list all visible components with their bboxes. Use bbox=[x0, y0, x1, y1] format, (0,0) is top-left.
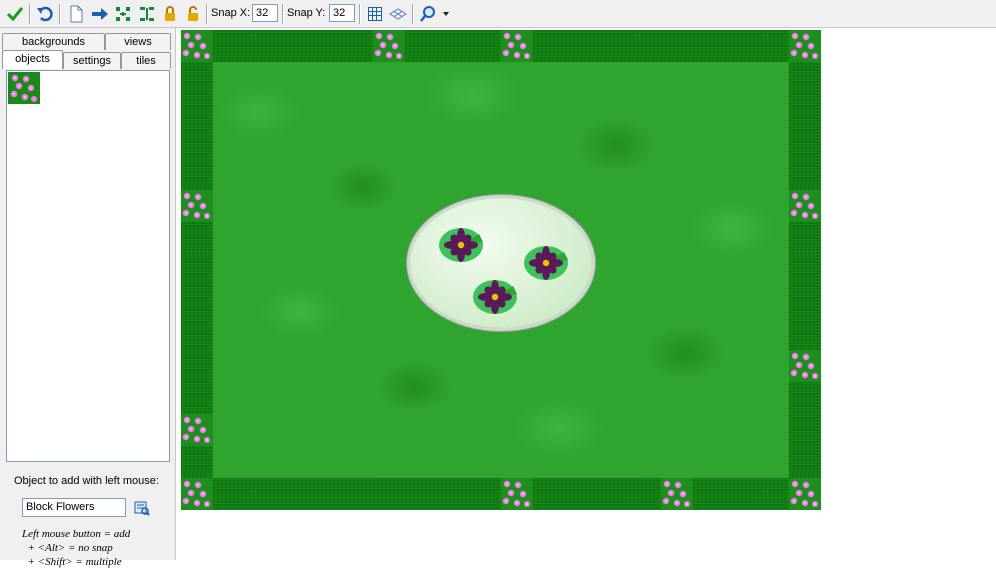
arrow-right-icon bbox=[92, 8, 108, 20]
help-line: Left mouse button = add bbox=[22, 528, 131, 540]
flip-vertical-button[interactable] bbox=[137, 4, 157, 24]
flower-block[interactable] bbox=[501, 30, 533, 62]
left-panel: backgrounds views objects settings tiles… bbox=[0, 28, 176, 568]
toolbar-separator bbox=[59, 4, 61, 24]
undo-button[interactable] bbox=[35, 4, 55, 24]
magnifier-icon bbox=[420, 6, 449, 22]
room-canvas-area[interactable] bbox=[177, 28, 996, 560]
confirm-button[interactable] bbox=[5, 4, 25, 24]
flower-block[interactable] bbox=[789, 190, 821, 222]
flower-block[interactable] bbox=[661, 478, 693, 510]
tab-settings[interactable]: settings bbox=[63, 52, 121, 69]
object-add-panel: Object to add with left mouse: Block Flo… bbox=[6, 468, 170, 568]
block-flowers-thumbnail[interactable] bbox=[8, 72, 40, 104]
flower-block[interactable] bbox=[181, 30, 213, 62]
object-picker-icon bbox=[134, 501, 150, 516]
snap-y-label: Snap Y: bbox=[287, 7, 326, 19]
expand-vertical-icon bbox=[140, 7, 154, 21]
toggle-grid-button[interactable] bbox=[365, 4, 385, 24]
flower-icon bbox=[10, 74, 37, 102]
toolbar-separator bbox=[206, 4, 208, 24]
flower-block[interactable] bbox=[789, 478, 821, 510]
undo-icon bbox=[37, 6, 53, 22]
snap-y-input[interactable]: 32 bbox=[329, 4, 355, 22]
flower-block[interactable] bbox=[181, 190, 213, 222]
lock-instances-button[interactable] bbox=[160, 4, 180, 24]
flower-block[interactable] bbox=[373, 30, 405, 62]
flower-block[interactable] bbox=[181, 478, 213, 510]
help-line: + <Shift> = multiple bbox=[22, 556, 122, 568]
tab-tiles[interactable]: tiles bbox=[121, 52, 171, 69]
unlock-icon bbox=[188, 6, 198, 21]
selected-object-field[interactable]: Block Flowers bbox=[22, 498, 126, 517]
toolbar-separator bbox=[359, 4, 361, 24]
blank-page-icon bbox=[70, 5, 83, 23]
object-to-add-label: Object to add with left mouse: bbox=[14, 475, 159, 487]
unlock-instances-button[interactable] bbox=[183, 4, 203, 24]
flower-block[interactable] bbox=[501, 478, 533, 510]
grid-icon bbox=[368, 7, 382, 21]
object-picker-button[interactable] bbox=[134, 500, 150, 519]
room-view[interactable] bbox=[181, 30, 821, 510]
object-list[interactable] bbox=[6, 70, 170, 462]
toolbar-separator bbox=[412, 4, 414, 24]
lily-pad[interactable] bbox=[469, 272, 521, 316]
room-editor-toolbar: Snap X: 32 Snap Y: 32 bbox=[0, 0, 996, 28]
check-icon bbox=[6, 7, 24, 22]
isometric-grid-icon bbox=[389, 8, 407, 20]
flower-block[interactable] bbox=[789, 350, 821, 382]
tab-objects[interactable]: objects bbox=[2, 50, 63, 69]
help-line: + <Alt> = no snap bbox=[22, 542, 113, 554]
flower-block[interactable] bbox=[789, 30, 821, 62]
clear-room-button[interactable] bbox=[66, 4, 86, 24]
toolbar-separator bbox=[282, 4, 284, 24]
shift-instances-button[interactable] bbox=[90, 4, 110, 24]
flower-block[interactable] bbox=[181, 414, 213, 446]
tab-views[interactable]: views bbox=[105, 33, 171, 50]
lily-pad[interactable] bbox=[520, 238, 572, 282]
isometric-grid-button[interactable] bbox=[388, 4, 408, 24]
snap-x-label: Snap X: bbox=[211, 7, 251, 19]
snap-x-input[interactable]: 32 bbox=[252, 4, 278, 22]
zoom-button[interactable] bbox=[418, 4, 452, 24]
mouse-help-text: Left mouse button = add + <Alt> = no sna… bbox=[22, 527, 130, 569]
mirror-horizontal-button[interactable] bbox=[113, 4, 133, 24]
lock-icon bbox=[165, 6, 175, 21]
lily-pad[interactable] bbox=[435, 220, 487, 264]
expand-horizontal-icon bbox=[116, 7, 130, 21]
toolbar-separator bbox=[29, 4, 31, 24]
tab-backgrounds[interactable]: backgrounds bbox=[2, 33, 105, 50]
